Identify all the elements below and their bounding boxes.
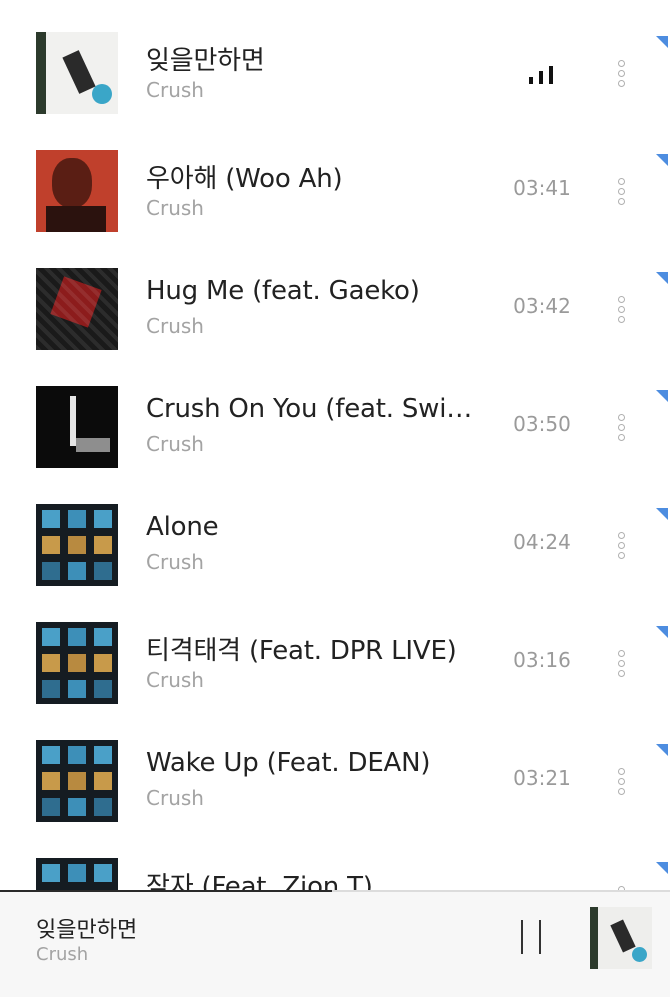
mini-player[interactable]: 잊을만하면 Crush <box>0 890 670 997</box>
track-duration: 04:24 <box>513 530 571 554</box>
track-artist: Crush <box>146 196 204 220</box>
track-artist: Crush <box>146 786 204 810</box>
now-playing-artist: Crush <box>36 944 89 965</box>
more-vertical-icon[interactable] <box>608 764 636 800</box>
more-vertical-icon[interactable] <box>608 646 636 682</box>
track-row[interactable]: Hug Me (feat. Gaeko) Crush 03:42 <box>0 236 670 354</box>
corner-marker <box>656 744 668 756</box>
album-art <box>36 150 118 232</box>
track-title: 티격태격 (Feat. DPR LIVE) <box>146 636 457 666</box>
track-title: 우아해 (Woo Ah) <box>146 164 343 194</box>
equalizer-icon <box>529 66 559 84</box>
track-title: 잊을만하면 <box>146 46 265 76</box>
track-row[interactable]: Alone Crush 04:24 <box>0 472 670 590</box>
more-vertical-icon[interactable] <box>608 174 636 210</box>
track-title: Hug Me (feat. Gaeko) <box>146 276 420 306</box>
track-title: Wake Up (Feat. DEAN) <box>146 748 431 778</box>
now-playing-title: 잊을만하면 <box>36 918 138 943</box>
progress-bar-fill[interactable] <box>0 890 332 892</box>
track-duration: 03:50 <box>513 412 571 436</box>
track-artist: Crush <box>146 314 204 338</box>
more-vertical-icon[interactable] <box>608 528 636 564</box>
album-art <box>36 622 118 704</box>
album-art <box>36 858 118 890</box>
corner-marker <box>656 862 668 874</box>
pause-icon[interactable] <box>515 920 549 954</box>
track-row[interactable]: 우아해 (Woo Ah) Crush 03:41 <box>0 118 670 236</box>
now-playing-album-art[interactable] <box>590 907 652 969</box>
corner-marker <box>656 508 668 520</box>
album-art <box>36 32 118 114</box>
track-row[interactable]: 잠자 (Feat. Zion.T) <box>0 826 670 890</box>
more-vertical-icon[interactable] <box>608 410 636 446</box>
track-duration: 03:41 <box>513 176 571 200</box>
track-row[interactable]: 티격태격 (Feat. DPR LIVE) Crush 03:16 <box>0 590 670 708</box>
track-artist: Crush <box>146 78 204 102</box>
track-row[interactable]: Crush On You (feat. Swi… Crush 03:50 <box>0 354 670 472</box>
corner-marker <box>656 154 668 166</box>
more-vertical-icon[interactable] <box>608 882 636 890</box>
track-title: Crush On You (feat. Swi… <box>146 394 473 424</box>
corner-marker <box>656 36 668 48</box>
track-artist: Crush <box>146 668 204 692</box>
track-list: 잊을만하면 Crush 우아해 (Woo Ah) Crush 03:41 Hug… <box>0 0 670 890</box>
track-artist: Crush <box>146 550 204 574</box>
progress-bar-track[interactable] <box>332 890 670 892</box>
track-row[interactable]: Wake Up (Feat. DEAN) Crush 03:21 <box>0 708 670 826</box>
track-title: Alone <box>146 512 219 542</box>
more-vertical-icon[interactable] <box>608 56 636 92</box>
track-duration: 03:21 <box>513 766 571 790</box>
track-duration: 03:42 <box>513 294 571 318</box>
track-title: 잠자 (Feat. Zion.T) <box>146 872 373 890</box>
corner-marker <box>656 390 668 402</box>
track-duration: 03:16 <box>513 648 571 672</box>
album-art <box>36 740 118 822</box>
track-row[interactable]: 잊을만하면 Crush <box>0 0 670 118</box>
corner-marker <box>656 626 668 638</box>
album-art <box>36 504 118 586</box>
album-art <box>36 268 118 350</box>
corner-marker <box>656 272 668 284</box>
album-art <box>36 386 118 468</box>
more-vertical-icon[interactable] <box>608 292 636 328</box>
track-artist: Crush <box>146 432 204 456</box>
